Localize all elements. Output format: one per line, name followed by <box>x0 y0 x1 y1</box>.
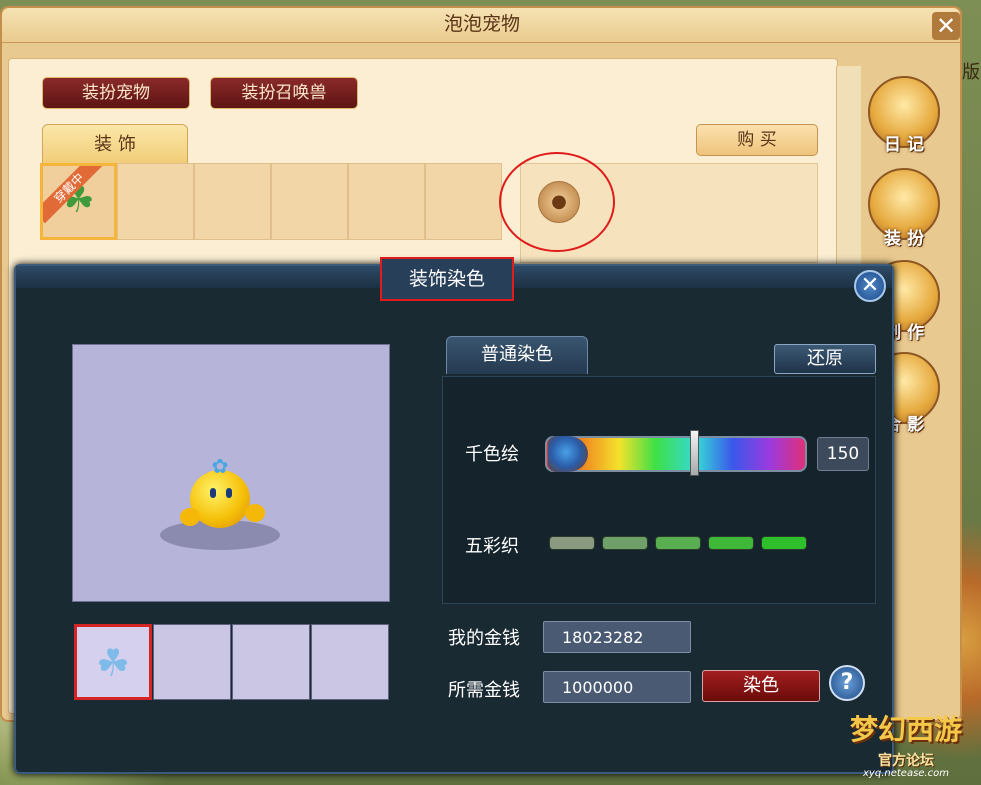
logo-main: 梦幻西游 <box>849 713 962 746</box>
help-icon[interactable]: ? <box>829 665 865 701</box>
edge-text: 版 <box>962 62 980 83</box>
restore-button[interactable]: 还原 <box>774 344 876 374</box>
decor-slot[interactable] <box>194 163 271 240</box>
clover-bow-icon: ✿ <box>211 454 229 478</box>
color-swatch[interactable] <box>602 536 648 550</box>
hue-value: 150 <box>817 437 869 471</box>
highlight-circle <box>499 152 615 252</box>
decor-slot-clover[interactable]: ☘ 穿戴中 <box>40 163 117 240</box>
color-swatch[interactable] <box>549 536 595 550</box>
need-money-label: 所需金钱 <box>448 680 520 701</box>
dye-button[interactable]: 染色 <box>702 670 820 702</box>
decor-grid: ☘ 穿戴中 <box>40 163 502 263</box>
pet-eye <box>226 488 232 498</box>
dye-slot[interactable] <box>311 624 389 700</box>
dress-summon-button[interactable]: 装扮召唤兽 <box>210 77 358 109</box>
logo-sub: 官方论坛 <box>878 753 934 769</box>
pet-hand <box>245 504 265 522</box>
side-label-diary: 日 记 <box>884 135 924 155</box>
hue-slider-cap-icon <box>548 436 588 472</box>
dye-dialog-close-button[interactable]: ✕ <box>854 270 886 302</box>
logo-url: xyq.netease.com <box>863 768 949 779</box>
tab-decor[interactable]: 装 饰 <box>42 124 188 164</box>
dye-dialog-title: 装饰染色 <box>380 257 514 301</box>
decor-slot[interactable] <box>348 163 425 240</box>
window-titlebar: 泡泡宠物 ✕ <box>2 8 960 43</box>
decor-slot[interactable] <box>271 163 348 240</box>
pet-eye <box>210 488 216 498</box>
clover-icon: ☘ <box>95 641 131 685</box>
dye-slot[interactable] <box>232 624 310 700</box>
decor-slot[interactable] <box>117 163 194 240</box>
dye-options-panel <box>442 376 876 604</box>
dress-pet-button[interactable]: 装扮宠物 <box>42 77 190 109</box>
my-money-label: 我的金钱 <box>448 628 520 649</box>
hue-slider-thumb[interactable] <box>689 430 699 476</box>
color-swatch[interactable] <box>761 536 807 550</box>
buy-button[interactable]: 购 买 <box>696 124 818 156</box>
color-swatch[interactable] <box>655 536 701 550</box>
pet-hand <box>180 508 200 526</box>
my-money-field: 18023282 <box>543 621 691 653</box>
window-close-button[interactable]: ✕ <box>932 12 960 40</box>
need-money-field: 1000000 <box>543 671 691 703</box>
five-color-label: 五彩织 <box>465 536 519 557</box>
dye-slot-selected[interactable]: ☘ <box>74 624 152 700</box>
color-swatch[interactable] <box>708 536 754 550</box>
game-logo: 梦幻西游 官方论坛 xyq.netease.com <box>836 706 976 780</box>
window-title: 泡泡宠物 <box>443 13 520 35</box>
dye-slot[interactable] <box>153 624 231 700</box>
side-label-dress: 装 扮 <box>884 229 924 249</box>
tab-normal-dye[interactable]: 普通染色 <box>446 336 588 374</box>
hue-label: 千色绘 <box>465 444 519 465</box>
decor-slot[interactable] <box>425 163 502 240</box>
